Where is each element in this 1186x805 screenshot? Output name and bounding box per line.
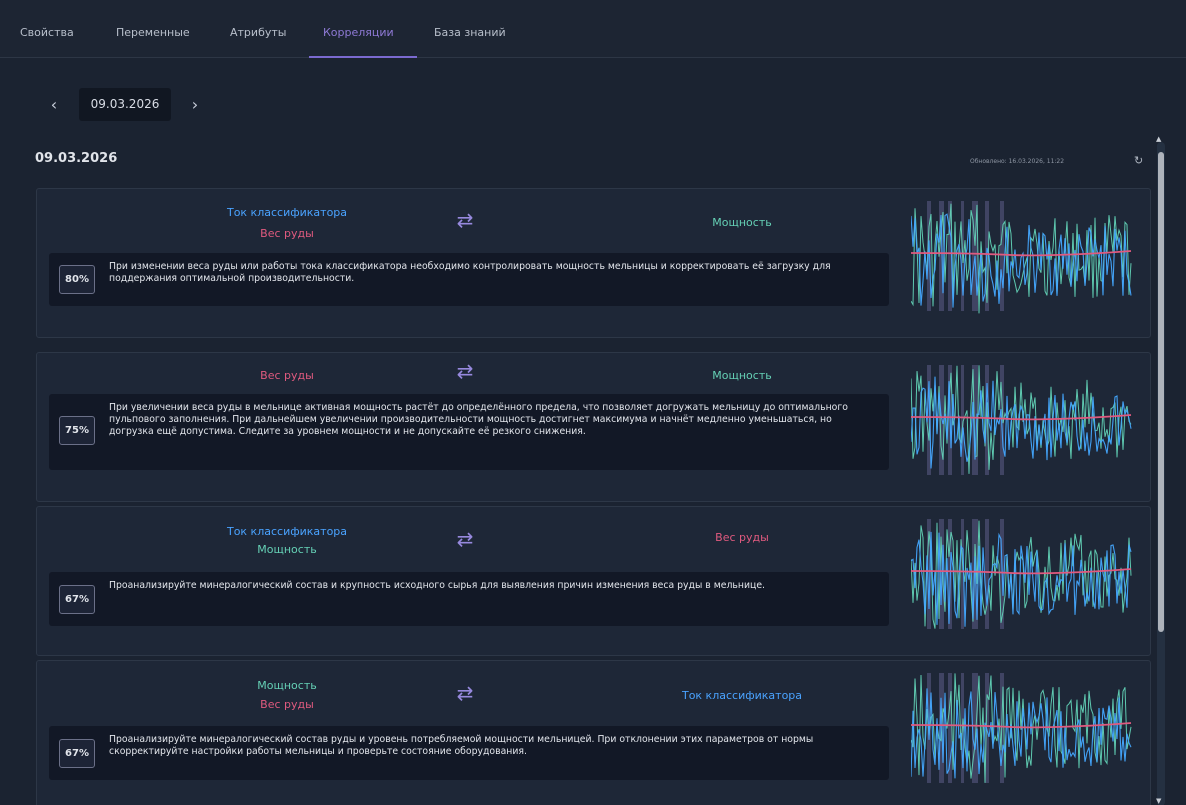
correlation-card: Ток классификатора Вес руды ⇄ Мощность 8… [36,188,1151,338]
mini-chart [911,359,1133,481]
right-variable: Мощность [712,369,772,382]
section-date: 09.03.2026 [35,151,118,166]
correlation-card: Вес руды ⇄ Мощность 75% При увеличении в… [36,352,1151,502]
updated-timestamp: Обновлено: 16.03.2026, 11:22 [970,158,1065,165]
tab-attributes[interactable]: Атрибуты [230,26,286,39]
right-variable: Ток классификатора [681,689,803,702]
left-variable: Мощность [257,679,317,692]
correlation-percent: 80% [59,265,95,294]
left-variable: Вес руды [260,369,314,382]
left-variable: Вес руды [260,698,314,711]
swap-arrows-icon: ⇄ [456,681,474,705]
chevron-left-icon[interactable]: ‹ [46,97,62,113]
correlation-card: Мощность Вес руды ⇄ Ток классификатора 6… [36,660,1151,805]
refresh-icon[interactable]: ↻ [1134,154,1143,167]
tab-variables[interactable]: Переменные [116,26,190,39]
description-panel: 67% Проанализируйте минералогический сос… [49,726,889,780]
description-panel: 75% При увеличении веса руды в мельнице … [49,394,889,470]
tab-properties[interactable]: Свойства [20,26,74,39]
mini-chart [911,513,1133,635]
tab-knowledge-base[interactable]: База знаний [434,26,506,39]
correlation-percent: 67% [59,585,95,614]
correlation-description: При увеличении веса руды в мельнице акти… [109,402,848,437]
swap-arrows-icon: ⇄ [456,527,474,551]
mini-chart-highlight-band [948,673,952,783]
scroll-up-icon[interactable]: ▲ [1156,135,1161,143]
correlation-description: Проанализируйте минералогический состав … [109,734,814,757]
active-tab-indicator [309,56,417,58]
scroll-down-icon[interactable]: ▼ [1156,797,1161,805]
right-variable: Вес руды [715,531,769,544]
correlation-card: Ток классификатора Мощность ⇄ Вес руды 6… [36,506,1151,656]
tab-correlations[interactable]: Корреляции [323,26,394,39]
description-panel: 80% При изменении веса руды или работы т… [49,253,889,306]
correlations-view: Свойства Переменные Атрибуты Корреляции … [0,0,1186,805]
correlation-percent: 67% [59,739,95,768]
left-variable: Ток классификатора [226,525,348,538]
left-variable: Мощность [257,543,317,556]
correlation-description: Проанализируйте минералогический состав … [109,580,765,591]
left-variable: Ток классификатора [226,206,348,219]
date-picker[interactable]: 09.03.2026 [79,88,171,121]
mini-chart [911,195,1133,317]
left-variable: Вес руды [260,227,314,240]
correlation-description: При изменении веса руды или работы тока … [109,261,831,284]
swap-arrows-icon: ⇄ [456,208,474,232]
correlation-percent: 75% [59,416,95,445]
right-variable: Мощность [712,216,772,229]
mini-chart [911,667,1133,789]
chevron-right-icon[interactable]: › [187,97,203,113]
scrollbar-thumb[interactable] [1158,152,1164,632]
swap-arrows-icon: ⇄ [456,359,474,383]
tab-bar: Свойства Переменные Атрибуты Корреляции … [0,0,1186,58]
description-panel: 67% Проанализируйте минералогический сос… [49,572,889,626]
mini-chart-highlight-band [1000,201,1004,311]
